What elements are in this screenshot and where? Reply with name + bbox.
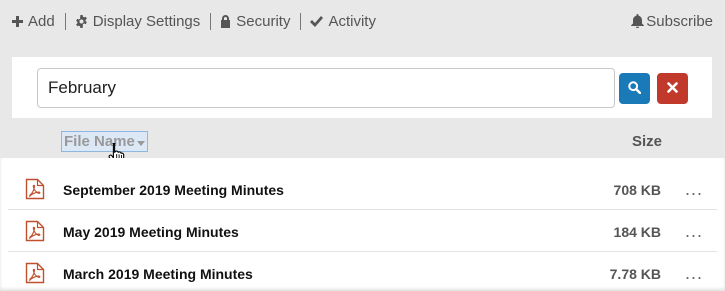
file-size: 708 KB bbox=[613, 182, 661, 198]
more-options-icon[interactable]: ... bbox=[685, 263, 703, 284]
column-header-size[interactable]: Size bbox=[632, 133, 662, 150]
close-icon bbox=[667, 81, 678, 96]
pdf-icon bbox=[25, 220, 45, 247]
table-row[interactable]: March 2019 Meeting Minutes 7.78 KB ... bbox=[8, 252, 717, 291]
pdf-icon bbox=[25, 178, 45, 205]
table-row[interactable]: September 2019 Meeting Minutes 708 KB ..… bbox=[8, 168, 717, 210]
toolbar: Add Display Settings Security Activity S… bbox=[0, 0, 725, 42]
search-icon bbox=[628, 80, 642, 97]
search-input[interactable] bbox=[37, 68, 615, 108]
lock-icon bbox=[220, 14, 231, 28]
add-button[interactable]: Add bbox=[12, 13, 55, 30]
table-row[interactable]: May 2019 Meeting Minutes 184 KB ... bbox=[8, 210, 717, 252]
column-header-file-name[interactable]: File Name bbox=[61, 131, 148, 152]
toolbar-actions: Add Display Settings Security Activity bbox=[12, 12, 376, 30]
security-button[interactable]: Security bbox=[220, 13, 290, 30]
file-name[interactable]: September 2019 Meeting Minutes bbox=[63, 182, 284, 198]
subscribe-label: Subscribe bbox=[646, 12, 713, 30]
file-name[interactable]: March 2019 Meeting Minutes bbox=[63, 266, 253, 282]
more-options-icon[interactable]: ... bbox=[685, 221, 703, 242]
divider bbox=[210, 12, 212, 30]
file-name[interactable]: May 2019 Meeting Minutes bbox=[63, 224, 239, 240]
add-label: Add bbox=[28, 12, 55, 30]
activity-button[interactable]: Activity bbox=[310, 13, 376, 30]
display-settings-button[interactable]: Display Settings bbox=[75, 12, 201, 30]
plus-icon bbox=[12, 15, 23, 27]
gear-icon bbox=[75, 14, 88, 28]
subscribe-button[interactable]: Subscribe bbox=[631, 0, 713, 42]
file-list: September 2019 Meeting Minutes 708 KB ..… bbox=[0, 158, 725, 291]
bell-icon bbox=[631, 14, 645, 28]
caret-down-icon bbox=[136, 133, 145, 150]
search-panel bbox=[12, 57, 712, 118]
file-size: 7.78 KB bbox=[609, 266, 661, 282]
display-settings-label: Display Settings bbox=[92, 12, 201, 30]
clear-search-button[interactable] bbox=[657, 73, 688, 104]
search-button[interactable] bbox=[619, 73, 650, 104]
more-options-icon[interactable]: ... bbox=[685, 179, 703, 200]
file-size: 184 KB bbox=[613, 224, 661, 240]
checkmark-icon bbox=[310, 15, 324, 27]
security-label: Security bbox=[236, 12, 291, 30]
divider bbox=[64, 12, 66, 30]
divider bbox=[300, 12, 302, 30]
activity-label: Activity bbox=[328, 12, 376, 30]
pdf-icon bbox=[25, 262, 45, 289]
